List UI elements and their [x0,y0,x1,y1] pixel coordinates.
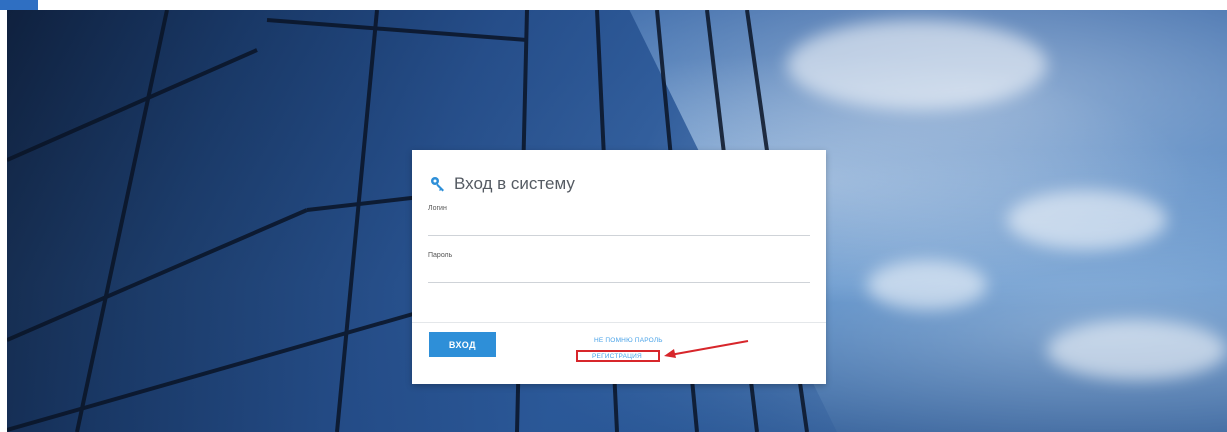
login-card: Вход в систему Логин Пароль ВХОД НЕ ПОМН… [412,150,826,384]
forgot-password-link[interactable]: НЕ ПОМНЮ ПАРОЛЬ [594,337,663,344]
key-icon [431,177,444,192]
login-label: Логин [428,205,447,212]
login-input[interactable] [428,219,810,236]
password-label: Пароль [428,252,453,259]
card-divider [412,322,826,323]
card-title-text: Вход в систему [454,174,575,193]
password-input[interactable] [428,266,810,283]
annotation-highlight-box [576,350,660,362]
top-accent-bar [0,0,38,10]
login-button[interactable]: ВХОД [429,332,496,357]
annotation-arrow [664,340,749,358]
card-title: Вход в систему [430,174,575,194]
